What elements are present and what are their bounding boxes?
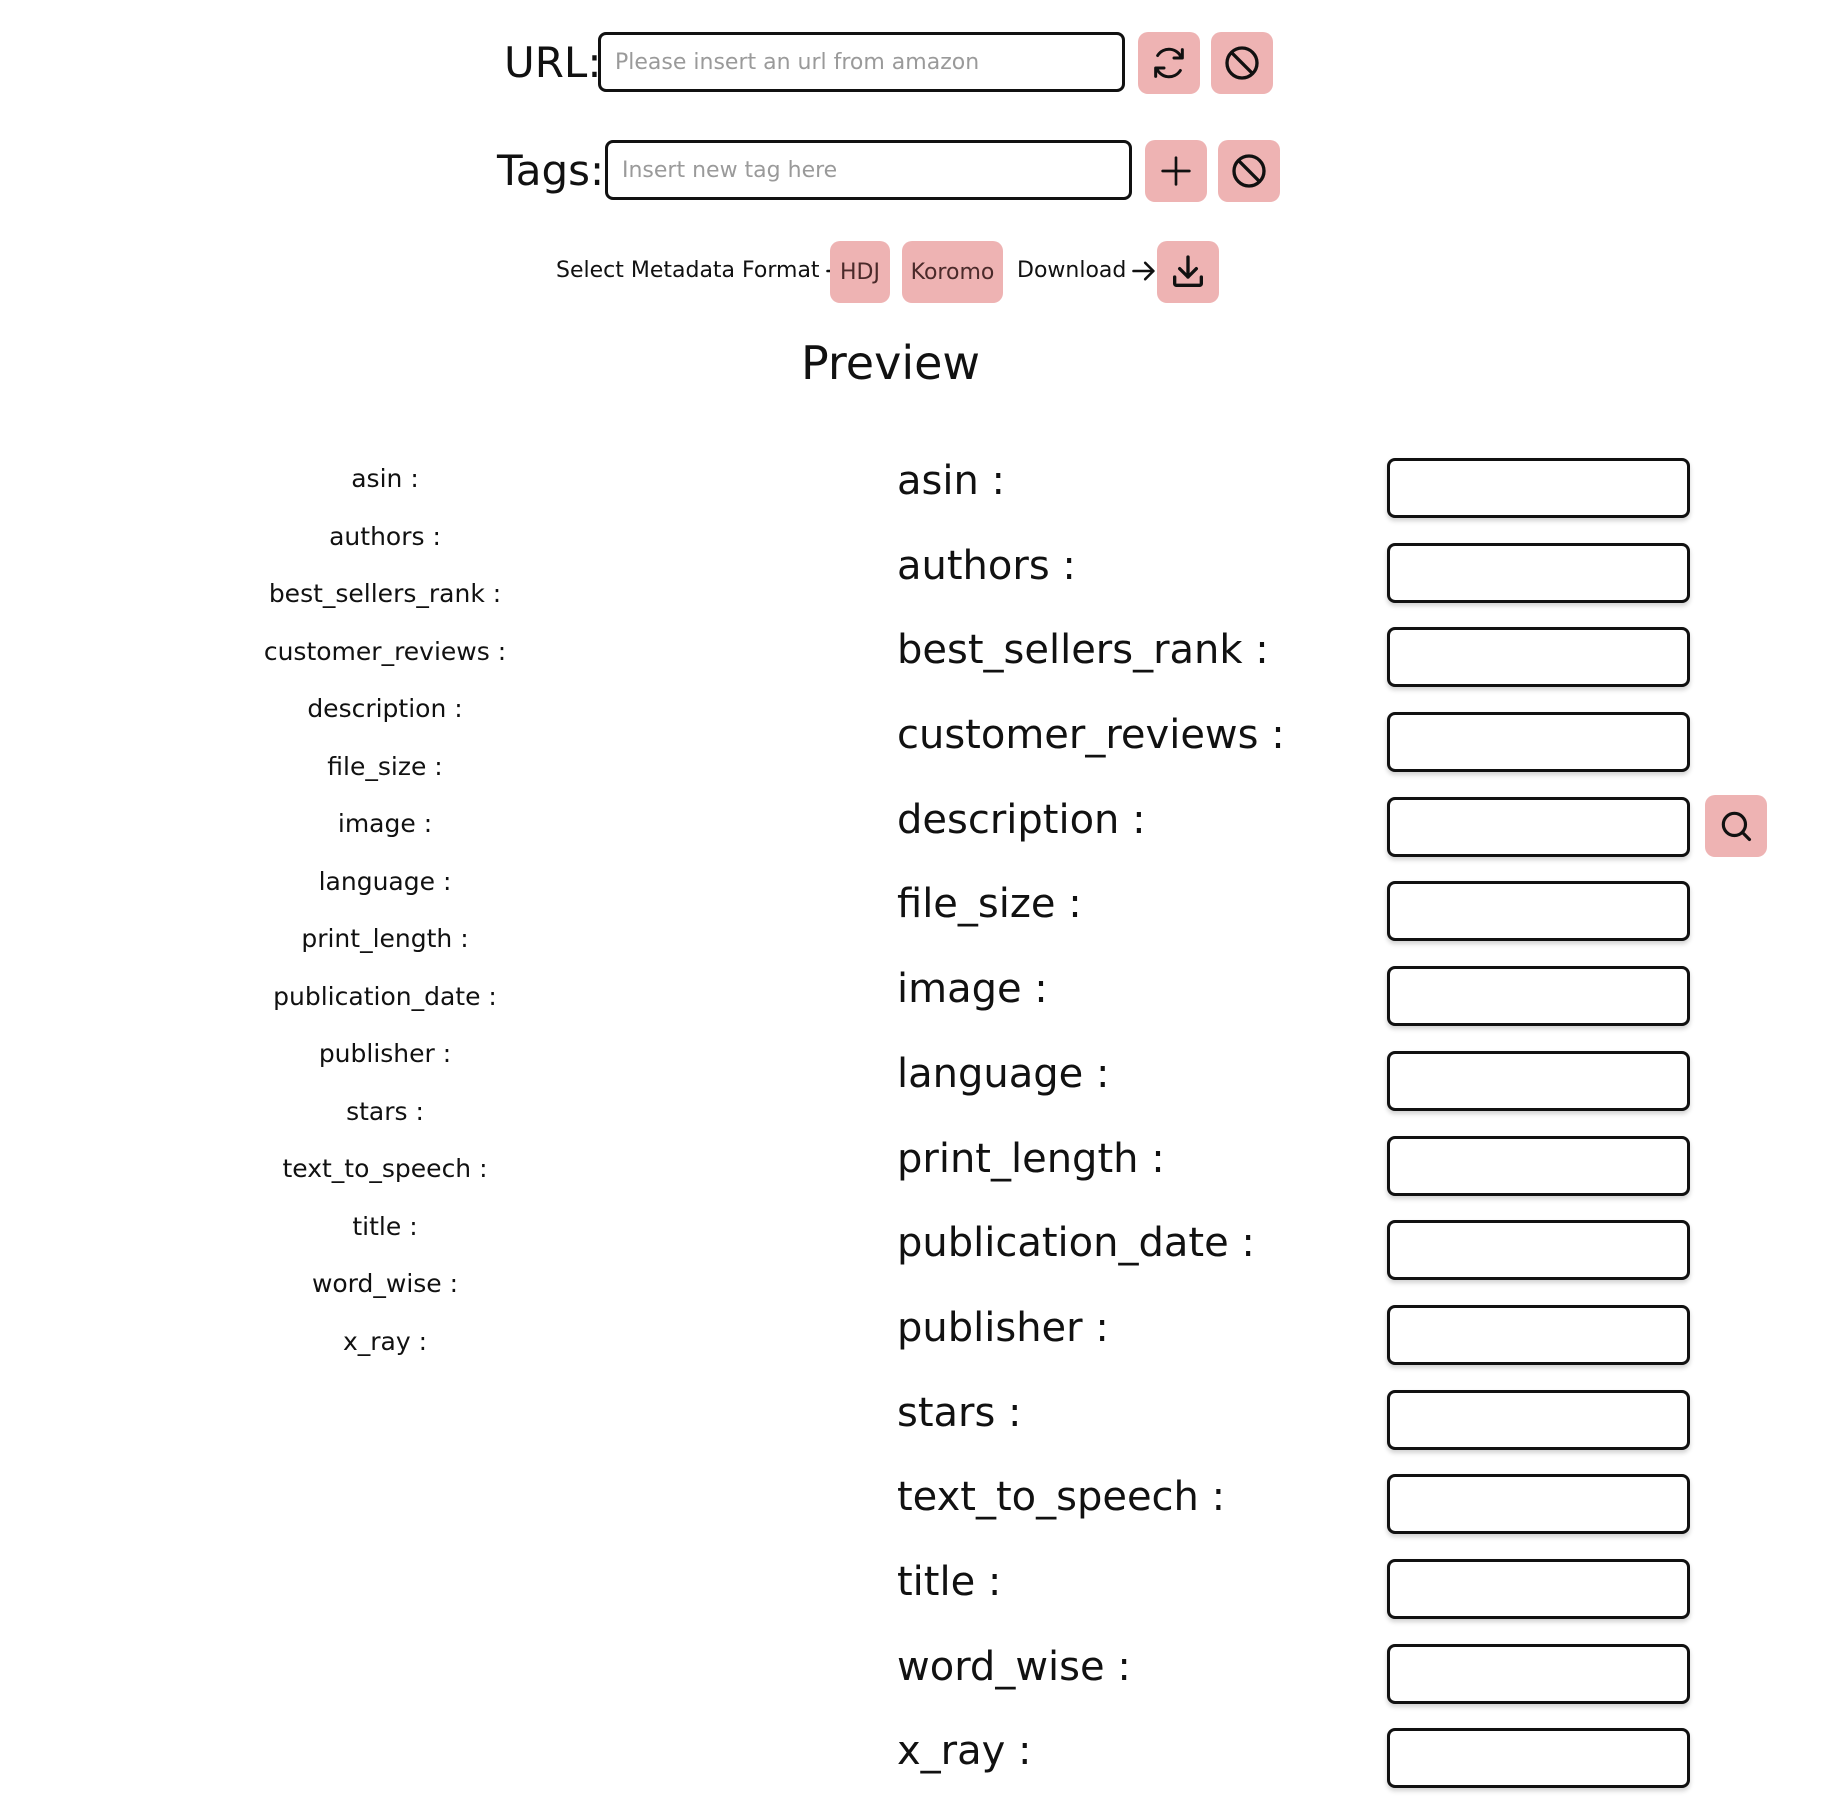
- asin-field[interactable]: [1387, 458, 1690, 518]
- field-row-description: description :: [897, 793, 1777, 878]
- field-row-language: language :: [897, 1047, 1777, 1132]
- plus-icon: [1161, 156, 1191, 186]
- select-format-text: Select Metadata Format: [556, 258, 820, 283]
- field-label: title :: [897, 1558, 1002, 1605]
- refresh-button[interactable]: [1138, 32, 1200, 94]
- summary-item: asin :: [351, 464, 419, 493]
- summary-item: stars :: [346, 1096, 424, 1126]
- field-label: publication_date :: [897, 1220, 1255, 1267]
- field-row-stars: stars :: [897, 1386, 1777, 1471]
- field-label: customer_reviews :: [897, 712, 1285, 759]
- field-label: word_wise :: [897, 1643, 1131, 1690]
- field-label: x_ray :: [897, 1728, 1032, 1775]
- summary-item: customer_reviews :: [263, 636, 507, 666]
- authors-field[interactable]: [1387, 542, 1690, 603]
- preview-summary-list: asin : authors : best_sellers_rank : cus…: [235, 462, 535, 1382]
- summary-item: description :: [307, 694, 463, 723]
- summary-item: title :: [352, 1211, 418, 1241]
- tag-input[interactable]: [605, 140, 1132, 200]
- format-hdj-button[interactable]: HDJ: [830, 241, 890, 303]
- field-label: file_size :: [897, 881, 1082, 928]
- summary-item: authors :: [329, 521, 441, 551]
- field-row-publisher: publisher :: [897, 1301, 1777, 1386]
- field-row-best-sellers-rank: best_sellers_rank :: [897, 623, 1777, 708]
- field-label: asin :: [897, 458, 1006, 504]
- field-label: publisher :: [897, 1304, 1109, 1351]
- publication-date-field[interactable]: [1387, 1220, 1690, 1281]
- field-row-image: image :: [897, 962, 1777, 1047]
- summary-item: best_sellers_rank :: [268, 579, 502, 608]
- refresh-icon: [1154, 47, 1184, 79]
- field-row-x-ray: x_ray :: [897, 1724, 1777, 1809]
- summary-item: file_size :: [327, 751, 443, 781]
- field-label: stars :: [897, 1389, 1022, 1436]
- preview-title: Preview: [800, 336, 981, 390]
- description-search-button[interactable]: [1705, 794, 1767, 857]
- summary-item: word_wise :: [311, 1269, 459, 1298]
- field-row-text-to-speech: text_to_speech :: [897, 1470, 1777, 1555]
- field-row-file-size: file_size :: [897, 877, 1777, 962]
- field-label: best_sellers_rank :: [897, 627, 1269, 674]
- metadata-editor-list: asin : authors : best_sellers_rank : cus…: [897, 454, 1777, 1809]
- url-clear-button[interactable]: [1211, 32, 1273, 94]
- summary-item: image :: [337, 809, 433, 838]
- arrow-right-icon: [1132, 261, 1155, 281]
- image-field[interactable]: [1387, 966, 1690, 1027]
- summary-item: x_ray :: [342, 1326, 428, 1356]
- url-input[interactable]: [598, 32, 1125, 92]
- stars-field[interactable]: [1387, 1389, 1690, 1450]
- summary-item: text_to_speech :: [282, 1154, 488, 1183]
- field-row-print-length: print_length :: [897, 1132, 1777, 1217]
- download-label: Download: [1017, 257, 1158, 285]
- summary-item: language :: [318, 866, 452, 896]
- publisher-field[interactable]: [1387, 1304, 1690, 1365]
- customer-reviews-field[interactable]: [1387, 712, 1690, 773]
- field-label: language :: [897, 1050, 1110, 1097]
- summary-item: publication_date :: [273, 981, 497, 1011]
- format-koromo-button[interactable]: Koromo: [902, 241, 1003, 303]
- field-label: authors :: [897, 542, 1076, 589]
- ban-icon: [1232, 154, 1266, 188]
- url-label: URL:: [504, 38, 602, 87]
- best-sellers-rank-field[interactable]: [1387, 627, 1690, 688]
- tags-clear-button[interactable]: [1218, 140, 1280, 202]
- field-row-publication-date: publication_date :: [897, 1216, 1777, 1301]
- search-icon: [1721, 811, 1752, 841]
- ban-icon: [1225, 46, 1259, 80]
- download-icon: [1173, 255, 1203, 287]
- field-label: text_to_speech :: [897, 1474, 1226, 1521]
- field-row-word-wise: word_wise :: [897, 1640, 1777, 1725]
- field-label: print_length :: [897, 1135, 1165, 1182]
- field-label: image :: [897, 966, 1048, 1013]
- summary-item: print_length :: [301, 924, 469, 953]
- download-text: Download: [1017, 258, 1127, 283]
- download-button[interactable]: [1157, 241, 1219, 303]
- field-row-customer-reviews: customer_reviews :: [897, 708, 1777, 793]
- description-field[interactable]: [1387, 796, 1690, 857]
- select-format-label: Select Metadata Format: [556, 257, 852, 285]
- text-to-speech-field[interactable]: [1387, 1474, 1690, 1535]
- field-row-title: title :: [897, 1555, 1777, 1640]
- language-field[interactable]: [1387, 1050, 1690, 1111]
- tags-label: Tags:: [497, 146, 605, 195]
- field-row-authors: authors :: [897, 539, 1777, 624]
- print-length-field[interactable]: [1387, 1135, 1690, 1196]
- add-tag-button[interactable]: [1145, 140, 1207, 202]
- file-size-field[interactable]: [1387, 881, 1690, 942]
- field-row-asin: asin :: [897, 454, 1777, 539]
- summary-item: publisher :: [318, 1039, 452, 1068]
- x-ray-field[interactable]: [1387, 1728, 1690, 1789]
- field-label: description :: [897, 796, 1146, 843]
- title-field[interactable]: [1387, 1558, 1690, 1619]
- word-wise-field[interactable]: [1387, 1643, 1690, 1704]
